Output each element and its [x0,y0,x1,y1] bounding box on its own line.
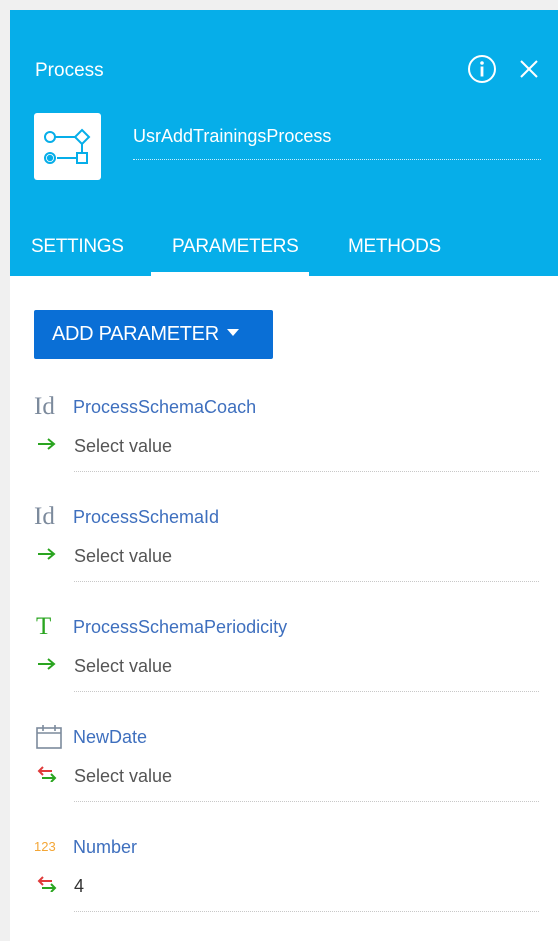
parameter-name[interactable]: Number [73,836,137,858]
input-arrow-icon [38,438,56,450]
chevron-down-icon [226,329,239,337]
process-name-field[interactable]: UsrAddTrainingsProcess [133,125,541,160]
parameter-value-field[interactable]: 4 [74,875,539,899]
tab-parameters[interactable]: PARAMETERS [151,232,309,276]
divider [74,801,539,802]
parameter-name[interactable]: ProcessSchemaId [73,506,219,528]
calendar-icon [36,725,62,749]
divider [74,471,539,472]
number-type-icon: 123 [34,839,56,854]
parameter-name[interactable]: ProcessSchemaPeriodicity [73,616,287,638]
process-properties-panel: Process UsrAddTrainingsProcess SETTINGS … [10,10,558,941]
text-type-icon: T [36,613,52,640]
parameter-item: T ProcessSchemaPeriodicity Select value [34,612,539,712]
parameter-value-field[interactable]: Select value [74,655,539,679]
divider [74,691,539,692]
bidirectional-arrows-icon [37,766,57,782]
panel-header: Process UsrAddTrainingsProcess SETTINGS … [10,10,558,276]
panel-title: Process [35,60,104,81]
parameter-value-field[interactable]: Select value [74,435,539,459]
parameter-value-field[interactable]: Select value [74,545,539,569]
info-icon[interactable] [467,54,497,84]
input-arrow-icon [38,658,56,670]
divider [74,581,539,582]
id-type-icon: Id [34,393,55,420]
process-diagram-icon [34,113,101,180]
add-parameter-label: ADD PARAMETER [52,323,219,345]
input-arrow-icon [38,548,56,560]
add-parameter-button[interactable]: ADD PARAMETER [34,310,273,359]
divider [74,911,539,912]
bidirectional-arrows-icon [37,876,57,892]
tab-methods[interactable]: METHODS [348,232,441,276]
close-icon[interactable] [518,58,540,80]
parameter-name[interactable]: NewDate [73,726,147,748]
parameter-name[interactable]: ProcessSchemaCoach [73,396,256,418]
id-type-icon: Id [34,503,55,530]
parameter-item: NewDate Select value [34,722,539,822]
tabs-bar: SETTINGS PARAMETERS METHODS [10,232,558,276]
parameter-value-field[interactable]: Select value [74,765,539,789]
parameter-item: 123 Number 4 [34,832,539,932]
parameter-item: Id ProcessSchemaId Select value [34,502,539,602]
parameter-item: Id ProcessSchemaCoach Select value [34,392,539,492]
tab-settings[interactable]: SETTINGS [31,232,124,276]
